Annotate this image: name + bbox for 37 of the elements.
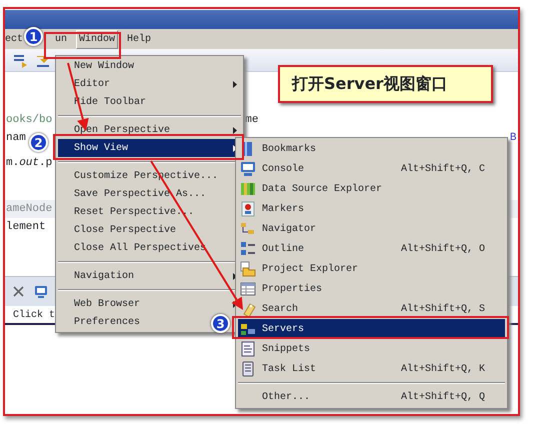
table-icon [240, 281, 256, 297]
menu-item[interactable]: un [52, 30, 70, 48]
menu-item[interactable]: Console Alt+Shift+Q, C [238, 159, 505, 179]
menu-item[interactable]: Help [124, 30, 154, 48]
server-icon [240, 321, 256, 337]
document-icon [240, 361, 256, 377]
menu-item[interactable]: Servers [238, 319, 505, 339]
monitor-icon[interactable] [34, 284, 48, 298]
code-text: me [245, 113, 258, 128]
menu-item[interactable]: Task List Alt+Shift+Q, K [238, 359, 505, 379]
menu-item[interactable]: Markers [238, 199, 505, 219]
menu-item[interactable]: Outline Alt+Shift+Q, O [238, 239, 505, 259]
menu-item[interactable]: Navigator [238, 219, 505, 239]
menu-item[interactable]: Snippets [238, 339, 505, 359]
menu-item[interactable]: New Window [58, 57, 241, 75]
toolbar-icon[interactable] [13, 52, 29, 68]
code-text: B [510, 131, 516, 146]
menu-item[interactable]: Other... Alt+Shift+Q, Q [238, 387, 505, 407]
callout-note: 打开Server视图窗口 [278, 65, 493, 103]
outline-icon [240, 241, 256, 257]
menu-item[interactable]: Properties [238, 279, 505, 299]
code-text: nam [6, 131, 26, 146]
marker-icon [240, 201, 256, 217]
menu-item[interactable]: Data Source Explorer [238, 179, 505, 199]
menu-item[interactable]: Window [76, 30, 118, 48]
monitor-icon [240, 161, 256, 177]
code-text: ooks/bo [6, 113, 52, 128]
menu-item[interactable]: Project Explorer [238, 259, 505, 279]
menu-item[interactable]: ect [5, 30, 26, 48]
close-icon[interactable] [13, 286, 24, 297]
code-text: m.out.p [6, 156, 52, 171]
tree-icon [240, 221, 256, 237]
menu-item[interactable]: Editor [58, 75, 241, 93]
snippet-icon [240, 341, 256, 357]
code-text: ameNode [6, 202, 52, 217]
folder-icon [240, 261, 256, 277]
code-text: lement [6, 220, 46, 235]
